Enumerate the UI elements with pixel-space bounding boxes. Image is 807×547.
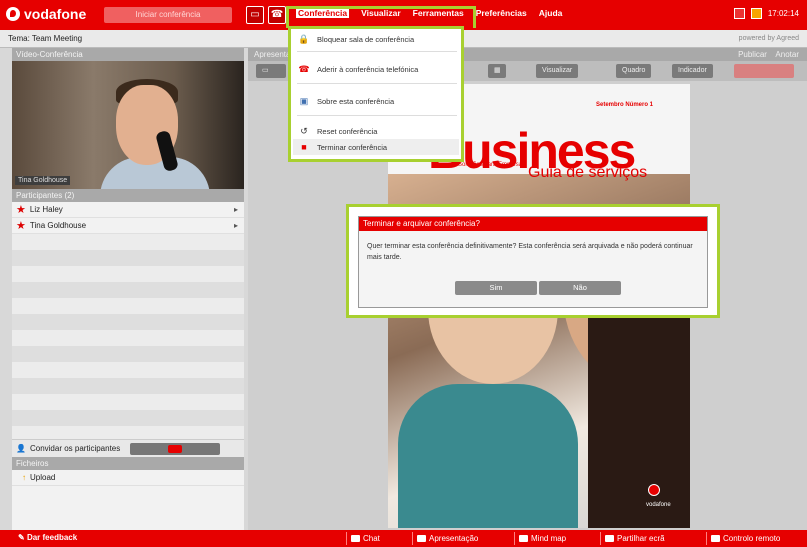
star-icon: ★ (16, 220, 26, 232)
pointer-button[interactable]: Indicador (672, 64, 713, 78)
participant-item[interactable]: ★ Tina Goldhouse ▸ (12, 218, 244, 234)
feedback-button[interactable]: ✎ Dar feedback (18, 533, 77, 542)
doc-subtitle: Guia de serviços (528, 164, 648, 181)
reset-icon: ↺ (300, 125, 308, 136)
invite-button[interactable] (130, 442, 221, 455)
annotate-button[interactable]: Anotar (775, 50, 799, 59)
powered-by: powered by Agreed (738, 35, 799, 42)
video-feed: Tina Goldhouse (12, 61, 244, 189)
publish-button[interactable]: Publicar (738, 50, 767, 59)
screen-icon[interactable]: ▭ (246, 6, 264, 24)
menu-highlight-outline (286, 6, 476, 28)
no-button[interactable]: Não (539, 281, 621, 295)
menu-item-about[interactable]: ▣ Sobre esta conferência (297, 93, 394, 109)
phone-icon: ☎ (298, 63, 310, 74)
whiteboard-button[interactable]: Quadro (616, 64, 652, 78)
system-tray: 17:02:14 (733, 8, 799, 19)
menu-item-lock[interactable]: 🔒 Bloquear sala de conferência (297, 31, 414, 47)
stop-icon: ■ (301, 142, 307, 152)
video-name-label: Tina Goldhouse (15, 176, 71, 185)
doc-brand: vodafone (646, 502, 671, 508)
files-header: Ficheiros (12, 457, 244, 470)
video-header: Vídeo-Conferência (12, 48, 244, 61)
mind-map-button[interactable]: Mind map (514, 532, 566, 545)
notes-icon[interactable] (750, 8, 762, 19)
upload-item[interactable]: ↑ Upload (12, 470, 244, 486)
lock-icon: 🔒 (298, 33, 310, 44)
participants-list: ★ Liz Haley ▸ ★ Tina Goldhouse ▸ (12, 202, 244, 234)
logo-text: vodafone (24, 6, 87, 22)
doc-tag: Soluções para Empresas (458, 162, 526, 168)
participant-item[interactable]: ★ Liz Haley ▸ (12, 202, 244, 218)
participants-empty-area (12, 234, 244, 439)
start-conference-button[interactable]: Iniciar conferência (104, 7, 232, 23)
person-add-icon: 👤 (16, 444, 26, 453)
menu-ajuda[interactable]: Ajuda (539, 8, 563, 18)
chevron-right-icon[interactable]: ▸ (234, 221, 238, 230)
doc-date: Setembro Número 1 (596, 102, 654, 108)
left-panel: Vídeo-Conferência Tina Goldhouse Partici… (12, 48, 244, 530)
menu-item-end[interactable]: ■ Terminar conferência (293, 139, 459, 155)
presentation-button[interactable]: Apresentação (412, 532, 478, 545)
vodafone-logo-icon (6, 7, 20, 21)
menu-item-reset[interactable]: ↺ Reset conferência (297, 123, 377, 139)
star-icon: ★ (16, 204, 26, 216)
chevron-right-icon[interactable]: ▸ (234, 205, 238, 214)
remote-control-button[interactable]: Controlo remoto (706, 532, 780, 545)
menu-item-phone[interactable]: ☎ Aderir à conferência telefónica (297, 61, 418, 77)
theme-label: Tema: Team Meeting (8, 34, 83, 43)
vodafone-logo: vodafone (6, 6, 86, 22)
folder-icon[interactable]: ▭ (256, 64, 286, 78)
view-button[interactable]: Visualizar (536, 64, 579, 78)
upload-icon: ↑ (22, 473, 26, 482)
clock: 17:02:14 (767, 9, 799, 18)
dialog-message: Quer terminar esta conferência definitiv… (367, 243, 693, 261)
window-icon[interactable] (733, 8, 745, 19)
image-icon[interactable]: ▦ (488, 64, 506, 78)
participants-header: Participantes (2) (12, 189, 244, 202)
bottom-bar: ✎ Dar feedback Chat Apresentação Mind ma… (0, 530, 807, 547)
files-list: ↑ Upload (12, 470, 244, 486)
info-icon: ▣ (299, 95, 309, 106)
end-conference-dialog: Terminar e arquivar conferência? Quer te… (358, 216, 708, 308)
phone-icon[interactable]: ☎ (268, 6, 286, 24)
share-screen-button[interactable]: Partilhar ecrã (600, 532, 665, 545)
conference-menu: 🔒 Bloquear sala de conferência ☎ Aderir … (288, 26, 464, 162)
menu-preferencias[interactable]: Preferências (476, 8, 527, 18)
close-presentation-button[interactable] (734, 64, 794, 78)
vodafone-doc-logo-icon (648, 484, 660, 496)
chat-button[interactable]: Chat (346, 532, 380, 545)
yes-button[interactable]: Sim (455, 281, 537, 295)
invite-row: 👤 Convidar os participantes (12, 439, 244, 457)
invite-label: Convidar os participantes (29, 444, 121, 453)
dialog-title: Terminar e arquivar conferência? (359, 217, 707, 231)
